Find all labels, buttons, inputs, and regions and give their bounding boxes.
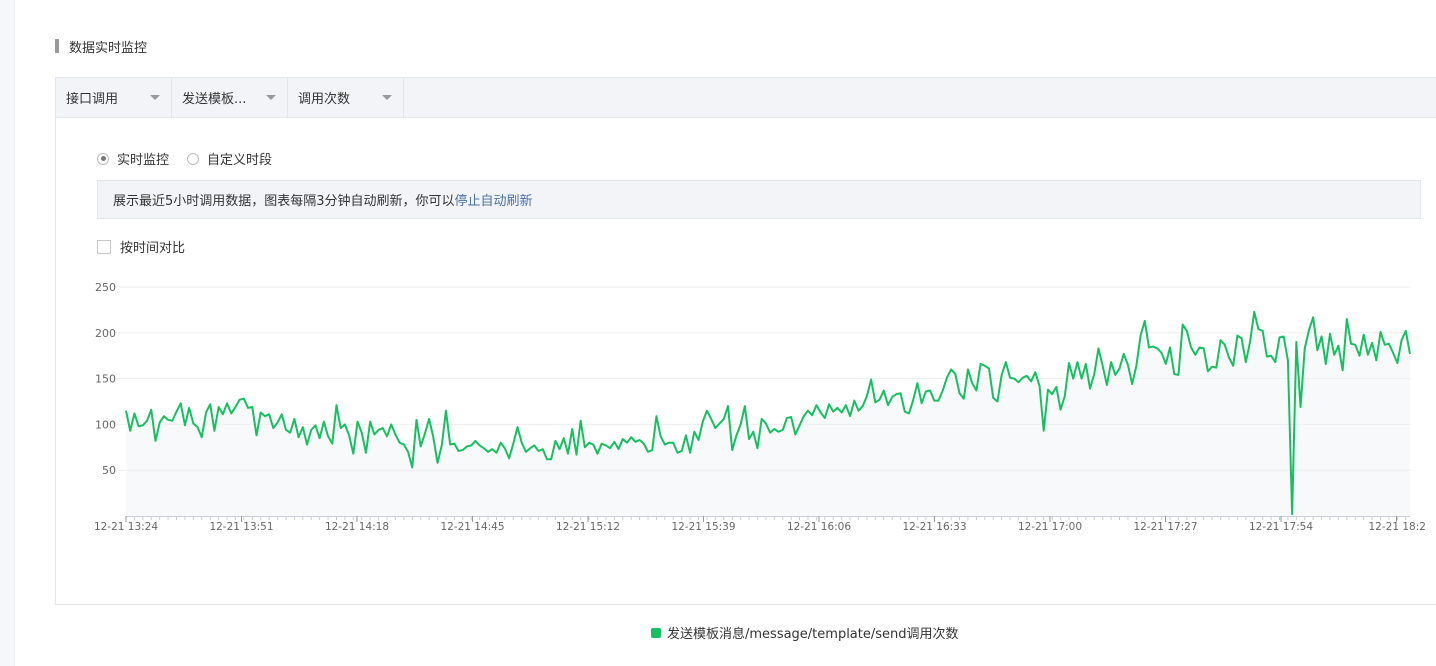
x-tick-label: 12-21 17:54 xyxy=(1249,521,1313,533)
title-accent-bar xyxy=(55,39,59,53)
x-tick-label: 12-21 16:33 xyxy=(902,521,966,533)
x-tick-label: 12-21 17:00 xyxy=(1018,521,1082,533)
y-tick-label: 100 xyxy=(95,418,116,431)
x-tick-label: 12-21 13:24 xyxy=(94,521,158,533)
y-tick-label: 200 xyxy=(95,327,116,340)
x-tick-label: 12-21 14:18 xyxy=(325,521,389,533)
x-tick-label: 12-21 15:39 xyxy=(671,521,735,533)
page-left-edge xyxy=(0,0,15,666)
line-chart: 50 100 150 200 250 12-21 13:24 12-21 13:51 12-2… xyxy=(94,281,1426,533)
y-tick-label: 150 xyxy=(95,373,116,386)
section-title: 数据实时监控 xyxy=(69,40,148,56)
legend-swatch xyxy=(651,627,661,638)
x-tick-label: 12-21 16:06 xyxy=(787,521,851,533)
y-tick-label: 250 xyxy=(95,281,116,294)
x-tick-label: 12-21 18:2 xyxy=(1369,521,1426,533)
chart-area-fill xyxy=(126,311,1410,516)
x-tick-label: 12-21 15:12 xyxy=(556,521,620,533)
monitor-panel: 接口调用 发送模板... 调用次数 实时监控 自定义时段 展示最近5小时调用数据… xyxy=(55,77,1436,642)
y-tick-label: 50 xyxy=(102,464,116,477)
x-tick-label: 12-21 14:45 xyxy=(440,521,504,533)
chart-legend[interactable]: 发送模板消息/message/template/send调用次数 xyxy=(651,623,959,642)
x-tick-label: 12-21 17:27 xyxy=(1133,521,1197,533)
x-tick-label: 12-21 13:51 xyxy=(209,521,273,533)
section-header: 数据实时监控 xyxy=(55,37,148,56)
legend-label: 发送模板消息/message/template/send调用次数 xyxy=(667,627,959,642)
